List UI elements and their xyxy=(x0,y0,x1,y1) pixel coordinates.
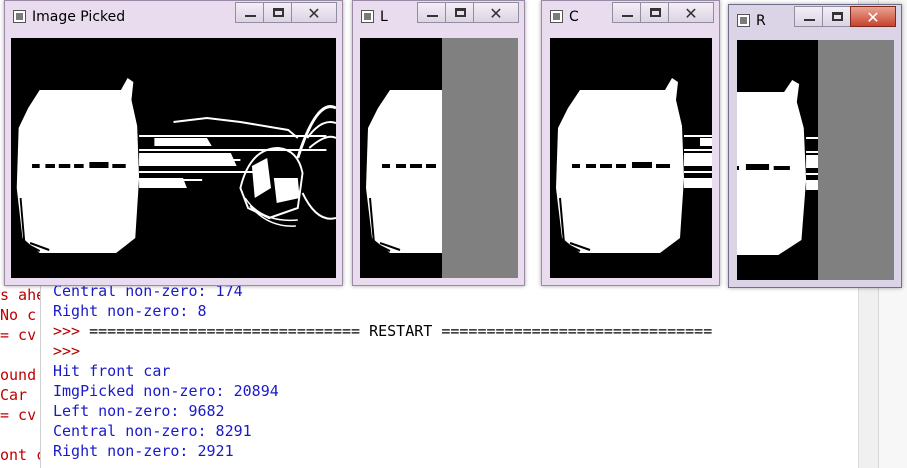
prompt: >>> xyxy=(53,342,81,360)
output-left-nonzero: Left non-zero: 9682 xyxy=(53,402,225,420)
close-button[interactable]: ✕ xyxy=(473,2,519,23)
title-bar[interactable]: Image Picked ✕ xyxy=(5,1,342,33)
window-title: C xyxy=(569,9,579,25)
masked-region xyxy=(442,38,518,278)
minimize-button[interactable] xyxy=(417,2,446,23)
window-icon xyxy=(13,10,26,23)
maximize-button[interactable] xyxy=(822,6,851,27)
right-mask-canvas xyxy=(737,40,894,280)
restart-line: >>> ============================== RESTA… xyxy=(53,322,712,340)
editor-line: s ahe xyxy=(0,286,40,304)
editor-line: ont c xyxy=(0,446,40,464)
maximize-icon xyxy=(455,8,466,17)
minimize-icon xyxy=(622,15,633,17)
maximize-button[interactable] xyxy=(445,2,474,23)
minimize-icon xyxy=(245,15,256,17)
maximize-icon xyxy=(832,12,843,21)
editor-line: = cv xyxy=(0,406,37,424)
editor-line: = cv xyxy=(0,326,37,344)
output-central-nonzero: Central non-zero: 8291 xyxy=(53,422,252,440)
close-icon: ✕ xyxy=(489,4,503,23)
window-icon xyxy=(737,14,750,27)
minimize-button[interactable] xyxy=(235,2,264,23)
editor-line: No c xyxy=(0,306,37,324)
minimize-button[interactable] xyxy=(612,2,641,23)
close-icon: ✕ xyxy=(684,4,698,23)
image-picked-window[interactable]: Image Picked ✕ xyxy=(4,0,343,286)
title-bar[interactable]: L ✕ xyxy=(353,1,524,33)
right-mask-window[interactable]: R ✕ xyxy=(728,4,902,288)
image-picked-canvas xyxy=(11,38,336,278)
window-title: L xyxy=(380,9,388,25)
maximize-icon xyxy=(650,8,661,17)
title-bar[interactable]: R ✕ xyxy=(729,5,901,37)
central-mask-window[interactable]: C ✕ xyxy=(541,0,720,286)
masked-region xyxy=(818,40,894,280)
output-right-nonzero: Right non-zero: 2921 xyxy=(53,442,234,460)
output-right-nonzero: Right non-zero: 8 xyxy=(53,302,207,320)
close-icon: ✕ xyxy=(866,8,880,27)
maximize-button[interactable] xyxy=(640,2,669,23)
restart-banner: ============================== RESTART =… xyxy=(89,322,713,340)
window-icon xyxy=(550,10,563,23)
editor-line: ound xyxy=(0,366,37,384)
left-mask-canvas xyxy=(360,38,518,278)
prompt: >>> xyxy=(53,322,90,340)
output-hit-front-car: Hit front car xyxy=(53,362,171,380)
close-icon: ✕ xyxy=(307,4,321,23)
minimize-icon xyxy=(427,15,438,17)
close-button[interactable]: ✕ xyxy=(668,2,714,23)
maximize-button[interactable] xyxy=(263,2,292,23)
window-title: R xyxy=(756,13,766,29)
central-mask-canvas xyxy=(550,38,712,278)
output-imgpicked-nonzero: ImgPicked non-zero: 20894 xyxy=(53,382,279,400)
left-mask-window[interactable]: L ✕ xyxy=(352,0,525,286)
close-button[interactable]: ✕ xyxy=(850,6,896,27)
minimize-icon xyxy=(804,19,815,21)
window-icon xyxy=(361,10,374,23)
close-button[interactable]: ✕ xyxy=(291,2,337,23)
title-bar[interactable]: C ✕ xyxy=(542,1,719,33)
window-title: Image Picked xyxy=(32,9,126,25)
editor-line: Car xyxy=(0,386,28,404)
maximize-icon xyxy=(273,8,284,17)
minimize-button[interactable] xyxy=(794,6,823,27)
